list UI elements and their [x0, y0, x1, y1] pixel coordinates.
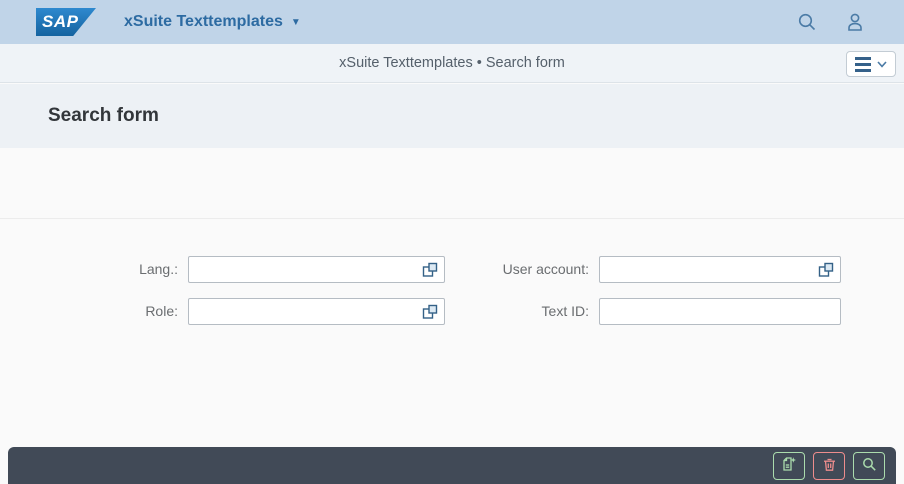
breadcrumb-bar: xSuite Texttemplates • Search form [0, 44, 904, 83]
value-help-icon[interactable] [818, 262, 834, 278]
user-account-field [599, 256, 841, 283]
value-help-icon[interactable] [422, 304, 438, 320]
chevron-down-icon: ▼ [291, 17, 301, 28]
header-spacer-band [0, 148, 904, 219]
search-icon[interactable] [796, 11, 818, 33]
user-account-input[interactable] [599, 256, 841, 283]
document-star-icon [781, 456, 797, 475]
overflow-menu-button[interactable] [846, 51, 896, 77]
breadcrumb: xSuite Texttemplates • Search form [339, 55, 565, 71]
app-title: xSuite Texttemplates [124, 13, 283, 31]
person-icon[interactable] [844, 11, 866, 33]
search-button[interactable] [853, 452, 885, 480]
lang-input[interactable] [188, 256, 445, 283]
role-field [188, 298, 445, 325]
shell-bar: SAP xSuite Texttemplates ▼ [0, 0, 904, 44]
lang-field [188, 256, 445, 283]
delete-button[interactable] [813, 452, 845, 480]
user-account-label: User account: [460, 256, 589, 283]
app-title-menu[interactable]: xSuite Texttemplates ▼ [124, 13, 301, 31]
shell-actions [796, 11, 866, 33]
search-icon [862, 457, 877, 475]
create-template-button[interactable] [773, 452, 805, 480]
text-id-label: Text ID: [460, 298, 589, 325]
text-id-field [599, 298, 841, 325]
footer-toolbar [8, 447, 896, 484]
role-input[interactable] [188, 298, 445, 325]
hamburger-icon [855, 57, 871, 72]
sap-logo-text: SAP [36, 12, 78, 32]
page-title: Search form [48, 105, 159, 127]
chevron-down-icon [877, 61, 887, 68]
sap-logo[interactable]: SAP [36, 8, 96, 36]
text-id-input[interactable] [599, 298, 841, 325]
value-help-icon[interactable] [422, 262, 438, 278]
page-header: Search form [0, 84, 904, 148]
trash-icon [822, 457, 837, 475]
role-label: Role: [0, 298, 178, 325]
lang-label: Lang.: [0, 256, 178, 283]
search-form: Lang.: User account: Role: [0, 220, 904, 447]
